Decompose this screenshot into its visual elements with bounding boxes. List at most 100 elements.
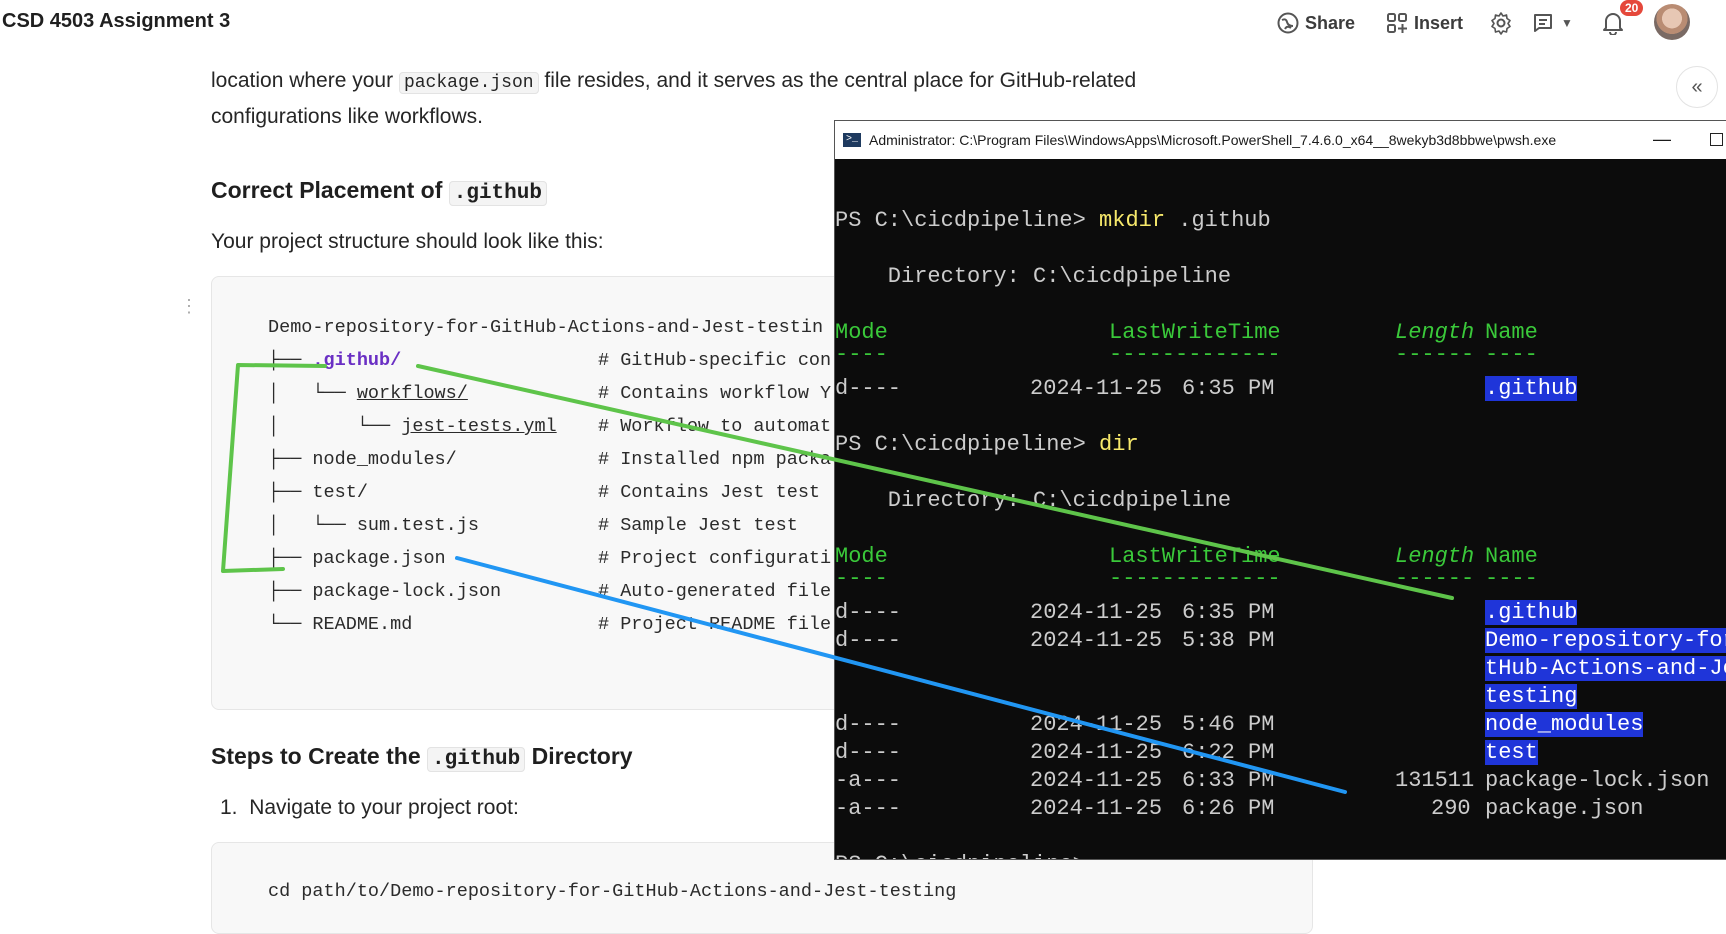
comment-icon bbox=[1531, 11, 1555, 35]
row-mode: -a--- bbox=[835, 768, 902, 793]
avatar[interactable] bbox=[1654, 4, 1690, 40]
row-date: 2024-11-25 bbox=[1030, 628, 1163, 653]
double-chevron-left-icon: « bbox=[1691, 75, 1703, 98]
insert-button[interactable]: Insert bbox=[1386, 8, 1463, 38]
sep-length: ------ bbox=[1395, 566, 1475, 591]
row-date: 2024-11-25 bbox=[1030, 600, 1163, 625]
row-mode: d---- bbox=[835, 376, 902, 401]
intro-text: location where your bbox=[211, 69, 394, 92]
share-label: Share bbox=[1305, 12, 1356, 33]
row-name: .github bbox=[1485, 600, 1578, 625]
row-mode: d---- bbox=[835, 600, 902, 625]
row-name: test bbox=[1485, 740, 1538, 765]
step-text: Navigate to your project root: bbox=[249, 796, 519, 819]
tree-line: │ └── workflows/ bbox=[268, 383, 468, 404]
intro-text: file resides, and it serves as the centr… bbox=[544, 69, 1137, 92]
directory-line: Directory: C:\cicdpipeline bbox=[835, 488, 1232, 513]
tree-line: ├── test/ bbox=[268, 482, 368, 503]
row-name: .github bbox=[1485, 376, 1578, 401]
collapse-panel-button[interactable]: « bbox=[1676, 66, 1718, 108]
row-name-wrap: tHub-Actions-and-Je bbox=[1485, 656, 1726, 681]
globe-icon bbox=[1277, 12, 1299, 34]
tree-github-name: .github/ bbox=[312, 350, 402, 371]
powershell-window[interactable]: >_ Administrator: C:\Program Files\Windo… bbox=[834, 120, 1726, 860]
grid-plus-icon bbox=[1386, 12, 1408, 34]
tree-workflows-name: workflows/ bbox=[356, 383, 468, 404]
tree-line: └── README.md bbox=[268, 614, 413, 635]
tree-comment: # Project README file bbox=[598, 614, 832, 635]
row-time: 6:33 PM bbox=[1182, 768, 1275, 793]
terminal-output[interactable]: PS C:\cicdpipeline> mkdir .github Direct… bbox=[835, 159, 1726, 859]
step-number: 1. bbox=[220, 796, 238, 819]
sep-length: ------ bbox=[1395, 342, 1475, 367]
terminal-title: Administrator: C:\Program Files\WindowsA… bbox=[869, 132, 1557, 148]
row-date: 2024-11-25 bbox=[1030, 376, 1163, 401]
tree-line: ├── package.json bbox=[268, 548, 446, 569]
heading-text: Correct Placement of bbox=[211, 177, 443, 203]
share-button[interactable]: Share bbox=[1277, 8, 1355, 38]
sep-name: ---- bbox=[1485, 342, 1538, 367]
sep-name: ---- bbox=[1485, 566, 1538, 591]
top-bar: CSD 4503 Assignment 3 Share Insert ▼ 20 bbox=[0, 0, 1726, 46]
tree-line: │ └── sum.test.js bbox=[268, 515, 479, 536]
row-date: 2024-11-25 bbox=[1030, 740, 1163, 765]
tree-line: ├── package-lock.json bbox=[268, 581, 502, 602]
row-time: 6:26 PM bbox=[1182, 796, 1275, 821]
tree-line: │ └── jest-tests.yml bbox=[268, 416, 557, 437]
directory-line: Directory: C:\cicdpipeline bbox=[835, 264, 1232, 289]
tree-comment: # Project configurati bbox=[598, 548, 832, 569]
tree-line: ├── .github/ bbox=[268, 350, 402, 371]
tree-comment: # Contains workflow Y bbox=[598, 383, 832, 404]
insert-label: Insert bbox=[1414, 12, 1464, 33]
row-time: 5:38 PM bbox=[1182, 628, 1275, 653]
row-date: 2024-11-25 bbox=[1030, 768, 1163, 793]
inline-code: package.json bbox=[398, 72, 539, 94]
heading-text: Directory bbox=[531, 743, 633, 769]
comments-button[interactable]: ▼ bbox=[1531, 8, 1573, 38]
intro-text: configurations like workflows. bbox=[211, 105, 483, 128]
sep-mode: ---- bbox=[835, 342, 888, 367]
tree-comment: # Workflow to automat bbox=[598, 416, 832, 437]
heading-steps: Steps to Create the .github Directory bbox=[211, 743, 633, 772]
chevron-down-icon: ▼ bbox=[1561, 16, 1573, 30]
prompt-line: PS C:\cicdpipeline> mkdir .github bbox=[835, 208, 1271, 233]
heading-correct-placement: Correct Placement of .github bbox=[211, 177, 547, 206]
minimize-icon[interactable]: — bbox=[1653, 129, 1671, 150]
notification-count-badge: 20 bbox=[1620, 0, 1644, 16]
row-mode: d---- bbox=[835, 712, 902, 737]
tree-root: Demo-repository-for-GitHub-Actions-and-J… bbox=[268, 317, 824, 338]
terminal-titlebar[interactable]: >_ Administrator: C:\Program Files\Windo… bbox=[835, 121, 1726, 159]
row-time: 5:46 PM bbox=[1182, 712, 1275, 737]
heading-text: Steps to Create the bbox=[211, 743, 421, 769]
tree-jest-yml-name: jest-tests.yml bbox=[401, 416, 557, 437]
inline-code: .github bbox=[427, 747, 526, 772]
bell-icon bbox=[1602, 11, 1624, 35]
settings-button[interactable] bbox=[1489, 8, 1513, 38]
maximize-icon[interactable] bbox=[1710, 133, 1723, 146]
row-date: 2024-11-25 bbox=[1030, 712, 1163, 737]
row-time: 6:22 PM bbox=[1182, 740, 1275, 765]
tree-comment: # Auto-generated file bbox=[598, 581, 832, 602]
row-name: node_modules bbox=[1485, 712, 1644, 737]
tree-comment: # Installed npm packa bbox=[598, 449, 832, 470]
document-title[interactable]: CSD 4503 Assignment 3 bbox=[2, 10, 230, 33]
row-name: package-lock.json bbox=[1485, 768, 1710, 793]
row-mode: d---- bbox=[835, 628, 902, 653]
gear-icon bbox=[1489, 11, 1513, 35]
tree-comment: # GitHub-specific con bbox=[598, 350, 832, 371]
row-date: 2024-11-25 bbox=[1030, 796, 1163, 821]
row-mode: d---- bbox=[835, 740, 902, 765]
sep-lwt: ------------- bbox=[1109, 566, 1281, 591]
drag-handle-icon[interactable]: ⋮ bbox=[180, 296, 198, 317]
row-mode: -a--- bbox=[835, 796, 902, 821]
structure-intro: Your project structure should look like … bbox=[211, 230, 604, 253]
row-time: 6:35 PM bbox=[1182, 600, 1275, 625]
tree-comment: # Contains Jest test bbox=[598, 482, 821, 503]
row-length: 131511 bbox=[1395, 768, 1475, 793]
row-length: 290 bbox=[1431, 796, 1471, 821]
sep-lwt: ------------- bbox=[1109, 342, 1281, 367]
row-name: package.json bbox=[1485, 796, 1644, 821]
cd-command: cd path/to/Demo-repository-for-GitHub-Ac… bbox=[268, 881, 957, 902]
step-1: 1. Navigate to your project root: bbox=[220, 791, 519, 824]
tree-line: ├── node_modules/ bbox=[268, 449, 457, 470]
